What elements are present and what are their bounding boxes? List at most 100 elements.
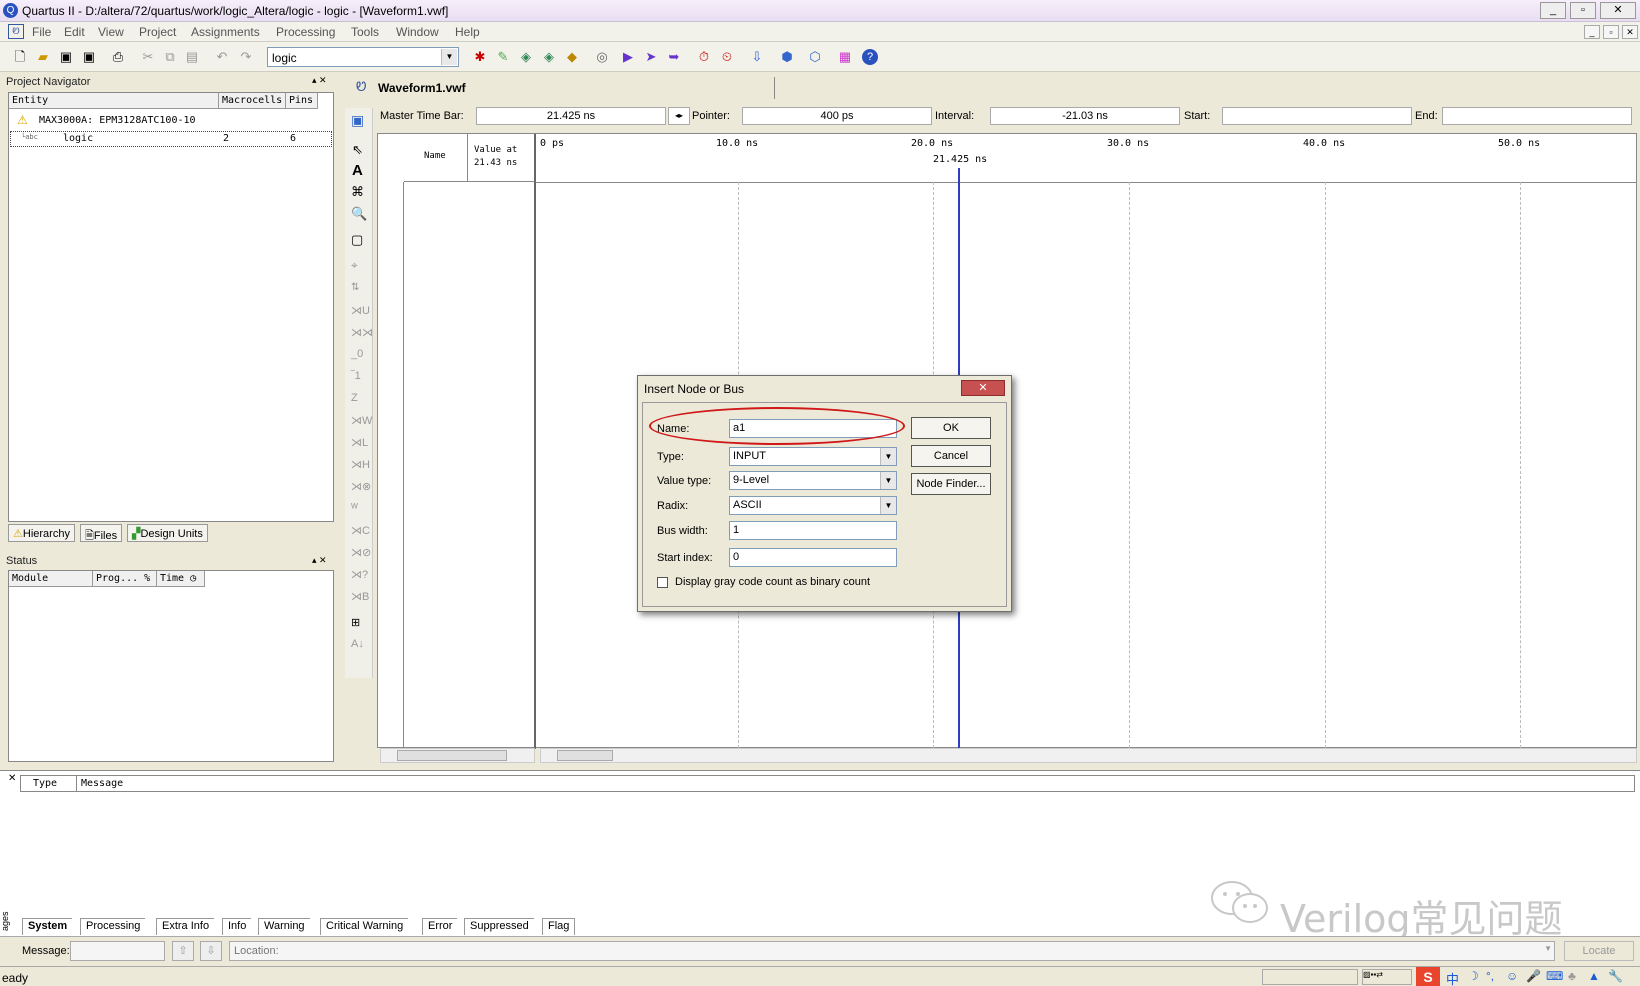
mdi-minimize-button[interactable]: _ (1584, 25, 1600, 39)
high-impedance-icon[interactable]: Z (351, 392, 358, 404)
simulate-icon[interactable]: ⇩ (747, 47, 767, 67)
weak-unknown-icon[interactable]: ⋊W (351, 414, 372, 427)
device-entity[interactable]: MAX3000A: EPM3128ATC100-10 (39, 115, 196, 126)
weak-low-icon[interactable]: ⋊L (351, 436, 368, 449)
close-window-button[interactable]: ✕ (1600, 2, 1636, 19)
keyboard-icon[interactable]: ⌨ (1546, 969, 1563, 983)
random-value-icon[interactable]: ⋊? (351, 568, 368, 581)
paste-icon[interactable]: ▤ (182, 47, 202, 67)
analysis-icon[interactable]: ➤ (641, 47, 661, 67)
restore-button[interactable]: ▫ (1570, 2, 1596, 19)
new-file-icon[interactable]: 🗋 (10, 47, 30, 67)
assignment-icon[interactable]: ◈ (516, 47, 536, 67)
redo-icon[interactable]: ↷ (236, 47, 256, 67)
status-pin-icon[interactable]: ▴ ✕ (312, 555, 327, 566)
start-index-field[interactable]: 0 (729, 548, 897, 567)
count-value-icon[interactable]: ᵂ (351, 502, 358, 514)
text-tool-icon[interactable]: A (352, 162, 363, 179)
copy-icon[interactable]: ⧉ (160, 47, 180, 67)
save-all-icon[interactable]: ▣ (79, 47, 99, 67)
tool-icon[interactable]: 🔧 (1608, 969, 1623, 983)
waveform-editor-icon[interactable]: ▣ (351, 112, 364, 129)
end-field[interactable] (1442, 107, 1632, 125)
tab-extra-info[interactable]: Extra Info (156, 918, 215, 935)
forcing-low-icon[interactable]: _0 (351, 348, 363, 360)
mdi-close-button[interactable]: ✕ (1622, 25, 1638, 39)
programmer-icon[interactable]: ▦ (835, 47, 855, 67)
tab-processing[interactable]: Processing (80, 918, 146, 935)
menu-processing[interactable]: Processing (276, 25, 335, 39)
arbitrary-value-icon[interactable]: ⋊⊘ (351, 546, 371, 559)
name-scrollbar[interactable] (380, 748, 535, 763)
tab-info[interactable]: Info (222, 918, 252, 935)
microphone-icon[interactable]: 🎤 (1526, 969, 1541, 983)
sort-icon[interactable]: A↓ (351, 638, 364, 650)
start-field[interactable] (1222, 107, 1412, 125)
tab-critical-warning[interactable]: Critical Warning (320, 918, 409, 935)
compile-analysis-icon[interactable]: ✱ (470, 47, 490, 67)
previous-message-icon[interactable]: ⇧ (172, 941, 194, 961)
type-select[interactable]: INPUT ▼ (729, 447, 897, 466)
minimize-button[interactable]: _ (1540, 2, 1566, 19)
panel-pin-icon[interactable]: ▴ ✕ (312, 75, 327, 86)
tab-warning[interactable]: Warning (258, 918, 310, 935)
zoom-tool-icon[interactable]: 🔍 (351, 206, 367, 222)
tab-system[interactable]: System (22, 918, 73, 935)
tab-error[interactable]: Error (422, 918, 458, 935)
uninitialized-icon[interactable]: ⋊U (351, 304, 370, 317)
bus-width-field[interactable]: 1 (729, 521, 897, 540)
timeline-scroll-thumb[interactable] (557, 750, 613, 761)
invert-icon[interactable]: ⋊⊗ (351, 480, 371, 493)
weak-high-icon[interactable]: ⋊H (351, 458, 370, 471)
menu-help[interactable]: Help (455, 25, 480, 39)
shirt-icon[interactable]: ▲ (1588, 969, 1600, 983)
rtl-viewer-icon[interactable]: ⬡ (805, 47, 825, 67)
stop-icon[interactable]: ◎ (592, 47, 612, 67)
master-time-bar-field[interactable]: 21.425 ns (476, 107, 666, 125)
selection-tool-icon[interactable]: ⇖ (352, 142, 363, 158)
menu-tools[interactable]: Tools (351, 25, 379, 39)
open-folder-icon[interactable]: ▰ (33, 47, 53, 67)
next-message-icon[interactable]: ⇩ (200, 941, 222, 961)
gray-code-checkbox[interactable] (657, 577, 668, 588)
name-scroll-thumb[interactable] (397, 750, 507, 761)
emoji-icon[interactable]: ☺ (1506, 969, 1518, 983)
value-type-select[interactable]: 9-Level ▼ (729, 471, 897, 490)
moon-icon[interactable]: ☽ (1468, 969, 1479, 983)
signal-list[interactable] (404, 182, 536, 749)
project-combo[interactable]: logic ▼ (267, 47, 459, 67)
menu-file[interactable]: File (32, 25, 51, 39)
timing-icon[interactable]: ⏱ (694, 47, 714, 67)
tab-hierarchy[interactable]: ⚠Hierarchy (8, 524, 75, 542)
entity-row-logic[interactable]: └abc logic 2 6 (10, 131, 332, 147)
chip-icon[interactable]: ◆ (562, 47, 582, 67)
chip-planner-icon[interactable]: ⬢ (777, 47, 797, 67)
cancel-button[interactable]: Cancel (911, 445, 991, 467)
forcing-high-icon[interactable]: ‾1 (351, 370, 361, 382)
menu-window[interactable]: Window (396, 25, 439, 39)
group-icon[interactable]: ⊞ (351, 616, 360, 629)
pin-planner-icon[interactable]: ✎ (493, 47, 513, 67)
settings-icon[interactable]: ◈ (539, 47, 559, 67)
replace-icon[interactable]: ⇅ (351, 282, 359, 293)
binary-value-icon[interactable]: ⋊B (351, 590, 369, 603)
clock-icon[interactable]: ⋊C (351, 524, 370, 537)
menu-assignments[interactable]: Assignments (191, 25, 260, 39)
location-field[interactable]: Location: ▼ (229, 941, 1555, 961)
dialog-close-button[interactable]: ✕ (961, 380, 1005, 396)
mdi-restore-button[interactable]: ▫ (1603, 25, 1619, 39)
ok-button[interactable]: OK (911, 417, 991, 439)
tab-suppressed[interactable]: Suppressed (464, 918, 534, 935)
timeline-scrollbar[interactable] (540, 748, 1637, 763)
tab-flag[interactable]: Flag (542, 918, 576, 935)
locate-button[interactable]: Locate (1564, 941, 1634, 961)
menu-view[interactable]: View (98, 25, 124, 39)
punctuation-icon[interactable]: °, (1486, 969, 1494, 983)
node-finder-button[interactable]: Node Finder... (911, 473, 991, 495)
tab-design-units[interactable]: ▞Design Units (127, 524, 208, 542)
ime-chinese-icon[interactable]: 中 (1446, 969, 1459, 986)
waveform-document-tab[interactable]: Ꮼ Waveform1.vwf (350, 77, 775, 99)
cut-icon[interactable]: ✂ (138, 47, 158, 67)
timing-analyzer-icon[interactable]: ⏲ (717, 47, 737, 67)
start-compilation-icon[interactable]: ▶ (618, 47, 638, 67)
